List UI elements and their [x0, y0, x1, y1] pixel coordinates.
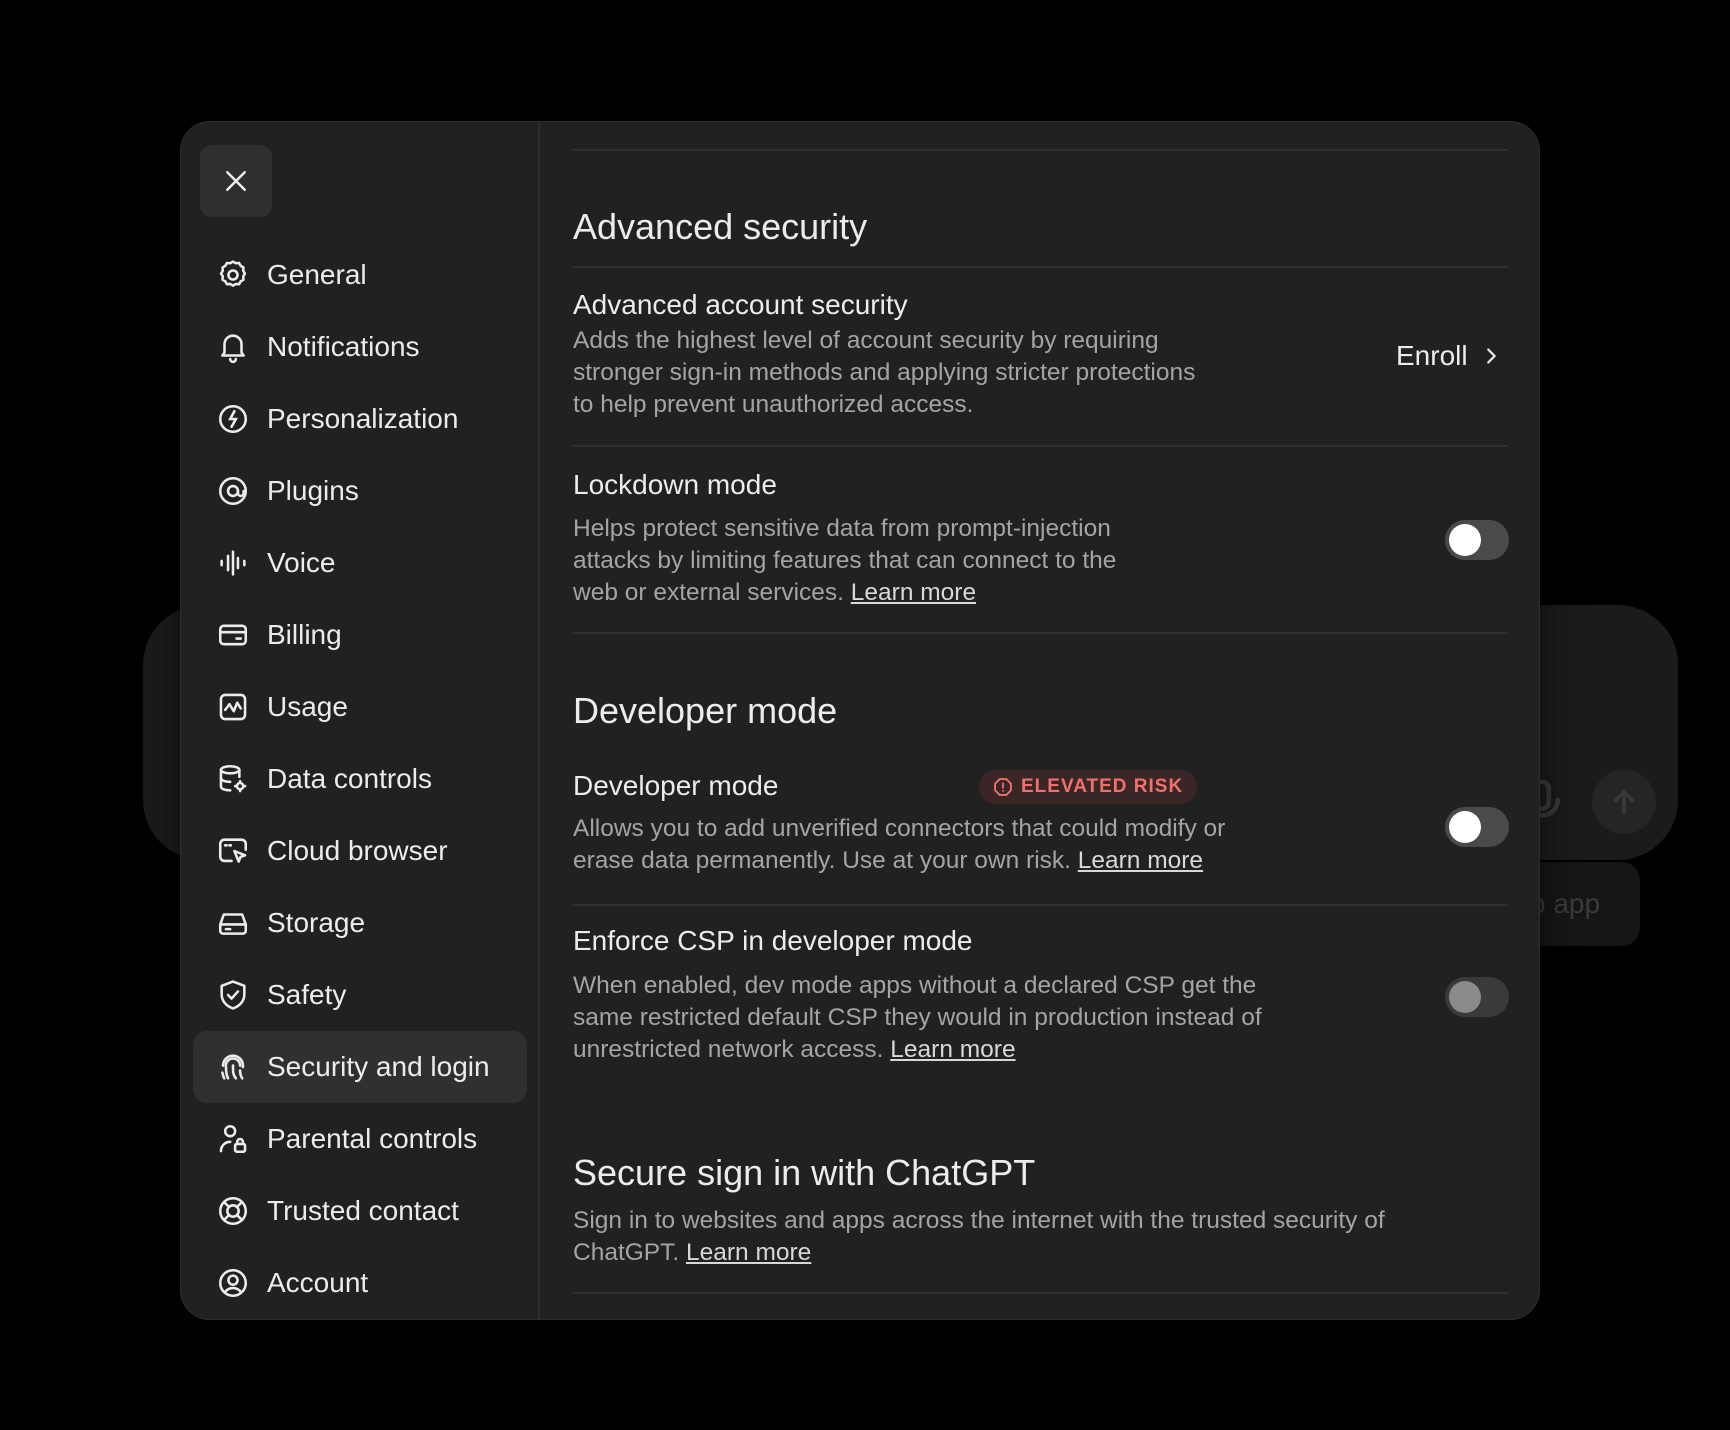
enforce-csp-toggle[interactable] — [1445, 977, 1509, 1017]
advanced-account-security-description: Adds the highest level of account securi… — [573, 327, 1196, 418]
developer-mode-toggle[interactable] — [1445, 807, 1509, 847]
send-button — [1592, 770, 1656, 834]
developer-mode-learn-more-link[interactable]: Learn more — [1078, 847, 1203, 874]
divider — [573, 266, 1508, 268]
usage-chart-icon — [215, 689, 251, 725]
sidebar-item-account[interactable]: Account — [193, 1247, 527, 1319]
sidebar-item-label: Cloud browser — [267, 835, 448, 866]
bell-icon — [215, 329, 251, 365]
divider — [573, 445, 1508, 447]
plugins-icon — [215, 473, 251, 509]
sidebar-item-label: Notifications — [267, 331, 420, 362]
sidebar-item-data-controls[interactable]: Data controls — [193, 743, 527, 815]
sidebar-item-label: Trusted contact — [267, 1195, 459, 1226]
sidebar-item-trusted-contact[interactable]: Trusted contact — [193, 1175, 527, 1247]
enroll-button[interactable]: Enroll — [1396, 340, 1502, 372]
sidebar-item-storage[interactable]: Storage — [193, 887, 527, 959]
settings-sidebar: General Notifications Personalization Pl… — [181, 122, 540, 1319]
divider — [573, 904, 1508, 906]
sidebar-item-label: Parental controls — [267, 1123, 478, 1154]
divider — [573, 1292, 1508, 1294]
developer-mode-description: Allows you to add unverified connectors … — [573, 813, 1273, 877]
lockdown-mode-description-text: Helps protect sensitive data from prompt… — [573, 515, 1117, 606]
credit-card-icon — [215, 617, 251, 653]
sidebar-item-personalization[interactable]: Personalization — [193, 383, 527, 455]
sidebar-item-label: Personalization — [267, 403, 459, 434]
lockdown-mode-toggle[interactable] — [1445, 520, 1509, 560]
chevron-right-icon — [1486, 348, 1496, 364]
secure-sign-in-learn-more-link[interactable]: Learn more — [686, 1239, 811, 1266]
lockdown-mode-title: Lockdown mode — [573, 469, 777, 500]
lockdown-learn-more-link[interactable]: Learn more — [851, 579, 976, 606]
person-lock-icon — [215, 1121, 251, 1157]
section-title-developer-mode: Developer mode — [573, 690, 838, 731]
sidebar-item-label: Billing — [267, 619, 342, 650]
sidebar-item-voice[interactable]: Voice — [193, 527, 527, 599]
sidebar-item-general[interactable]: General — [193, 239, 527, 311]
sidebar-item-label: General — [267, 259, 367, 290]
database-gear-icon — [215, 761, 251, 797]
enforce-csp-description: When enabled, dev mode apps without a de… — [573, 970, 1273, 1066]
settings-modal: General Notifications Personalization Pl… — [180, 121, 1540, 1320]
sidebar-item-usage[interactable]: Usage — [193, 671, 527, 743]
gear-icon — [215, 257, 251, 293]
sidebar-item-label: Data controls — [267, 763, 432, 794]
warning-octagon-icon — [994, 778, 1012, 796]
sidebar-item-label: Security and login — [267, 1051, 490, 1082]
sidebar-item-plugins[interactable]: Plugins — [193, 455, 527, 527]
background-pill-text: p app — [1530, 888, 1601, 919]
enroll-label: Enroll — [1396, 340, 1468, 371]
sidebar-item-safety[interactable]: Safety — [193, 959, 527, 1031]
developer-mode-title: Developer mode — [573, 770, 779, 801]
user-circle-icon — [215, 1265, 251, 1301]
sidebar-item-billing[interactable]: Billing — [193, 599, 527, 671]
lifebuoy-icon — [215, 1193, 251, 1229]
arrow-up-icon — [1613, 790, 1635, 814]
advanced-account-security-title: Advanced account security — [573, 289, 908, 320]
close-icon — [226, 171, 246, 191]
divider — [573, 632, 1508, 634]
divider — [573, 149, 1508, 151]
lockdown-mode-description: Helps protect sensitive data from prompt… — [573, 513, 1133, 609]
elevated-risk-badge-label: ELEVATED RISK — [1021, 776, 1184, 797]
section-title-secure-sign-in: Secure sign in with ChatGPT — [573, 1152, 1036, 1193]
section-title-advanced-security: Advanced security — [573, 206, 868, 247]
sidebar-item-label: Voice — [267, 547, 336, 578]
fingerprint-icon — [215, 1049, 251, 1085]
storage-drive-icon — [215, 905, 251, 941]
sidebar-item-cloud-browser[interactable]: Cloud browser — [193, 815, 527, 887]
personalization-icon — [215, 401, 251, 437]
settings-content: Advanced security Advanced account secur… — [538, 122, 1539, 1319]
toggle-knob — [1449, 811, 1481, 843]
enforce-csp-title: Enforce CSP in developer mode — [573, 925, 973, 956]
toggle-knob — [1449, 981, 1481, 1013]
sidebar-item-label: Account — [267, 1267, 369, 1298]
sidebar-item-label: Usage — [267, 691, 348, 722]
enforce-csp-learn-more-link[interactable]: Learn more — [890, 1036, 1015, 1063]
voice-icon — [215, 545, 251, 581]
secure-sign-in-description: Sign in to websites and apps across the … — [573, 1205, 1453, 1269]
cloud-browser-icon — [215, 833, 251, 869]
sidebar-item-security-and-login[interactable]: Security and login — [193, 1031, 527, 1103]
sidebar-item-label: Safety — [267, 979, 347, 1010]
sidebar-item-label: Plugins — [267, 475, 359, 506]
sidebar-item-notifications[interactable]: Notifications — [193, 311, 527, 383]
sidebar-item-label: Storage — [267, 907, 366, 938]
close-button[interactable] — [200, 145, 272, 217]
settings-nav: General Notifications Personalization Pl… — [193, 239, 527, 1319]
shield-check-icon — [215, 977, 251, 1013]
elevated-risk-badge: ELEVATED RISK — [979, 770, 1198, 804]
toggle-knob — [1449, 524, 1481, 556]
sidebar-item-parental-controls[interactable]: Parental controls — [193, 1103, 527, 1175]
